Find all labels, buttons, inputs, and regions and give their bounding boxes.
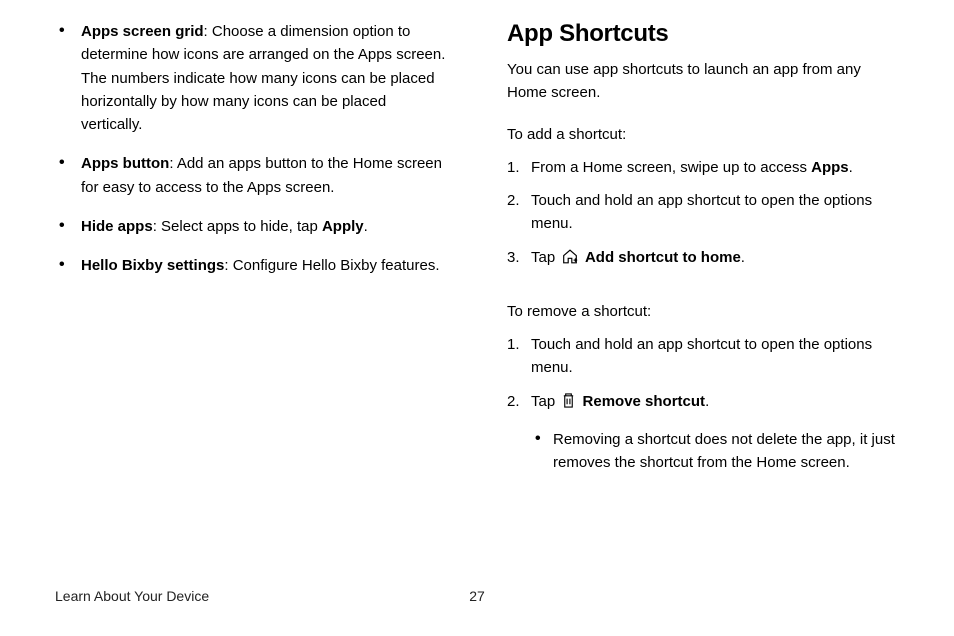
sub-note: Removing a shortcut does not delete the … xyxy=(531,428,899,475)
term: Hello Bixby settings xyxy=(81,257,224,274)
footer-page-number: 27 xyxy=(469,588,485,604)
trash-icon xyxy=(561,392,576,416)
section-intro: You can use app shortcuts to launch an a… xyxy=(507,58,899,105)
add-lead: To add a shortcut: xyxy=(507,123,899,146)
list-item: Apps screen grid: Choose a dimension opt… xyxy=(55,20,447,152)
step-item: Tap Remove shortcut. Removing a shortcut… xyxy=(507,390,899,485)
term: Hide apps xyxy=(81,218,153,235)
list-item: Apps button: Add an apps button to the H… xyxy=(55,152,447,215)
section-heading: App Shortcuts xyxy=(507,20,899,48)
list-item: Hello Bixby settings: Configure Hello Bi… xyxy=(55,254,447,293)
remove-lead: To remove a shortcut: xyxy=(507,300,899,323)
term: Apps button xyxy=(81,155,169,172)
left-settings-list: Apps screen grid: Choose a dimension opt… xyxy=(55,20,447,293)
tail: . xyxy=(364,218,368,235)
step-item: Touch and hold an app shortcut to open t… xyxy=(507,333,899,390)
list-item: Hide apps: Select apps to hide, tap Appl… xyxy=(55,215,447,254)
step-item: From a Home screen, swipe up to access A… xyxy=(507,156,899,189)
remove-steps: Touch and hold an app shortcut to open t… xyxy=(507,333,899,484)
tail-bold: Apply xyxy=(322,218,364,235)
footer-title: Learn About Your Device xyxy=(55,588,209,604)
desc: : Configure Hello Bixby features. xyxy=(224,257,439,274)
term: Apps screen grid xyxy=(81,23,204,40)
home-plus-icon xyxy=(561,248,579,272)
step-item: Tap Add shortcut to home. xyxy=(507,246,899,282)
step-item: Touch and hold an app shortcut to open t… xyxy=(507,189,899,246)
add-steps: From a Home screen, swipe up to access A… xyxy=(507,156,899,282)
page-footer: Learn About Your Device 27 xyxy=(55,588,899,604)
desc: : Select apps to hide, tap xyxy=(153,218,322,235)
